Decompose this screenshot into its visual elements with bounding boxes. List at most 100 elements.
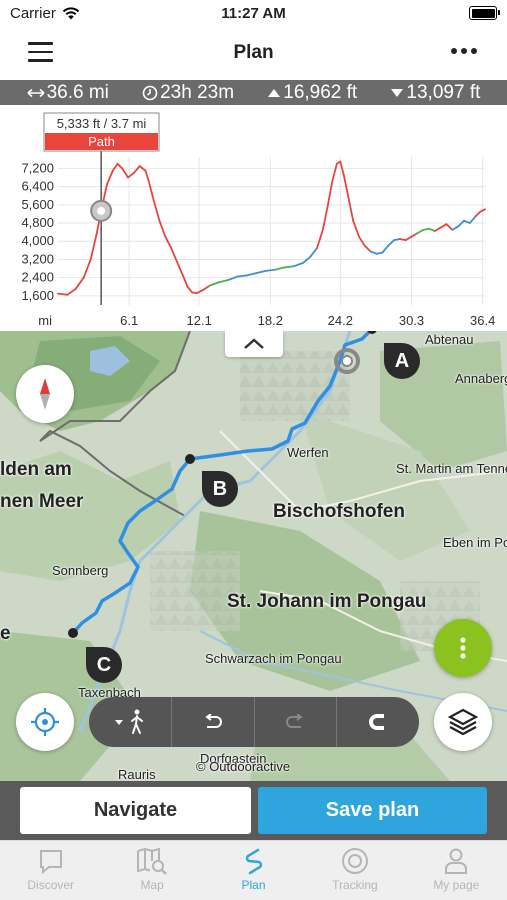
elevation-segment bbox=[111, 162, 119, 172]
undo-button[interactable] bbox=[172, 697, 255, 747]
place-label: St. Johann im Pongau bbox=[227, 591, 427, 612]
elevation-segment bbox=[381, 244, 390, 254]
distance-value: 36.6 mi bbox=[46, 81, 109, 103]
redo-button[interactable] bbox=[255, 697, 338, 747]
elevation-segment bbox=[451, 225, 460, 231]
elevation-segment bbox=[416, 228, 425, 235]
elevation-profile[interactable]: 7,200 6,400 5,600 4,800 4,000 3,200 2,400 1,600… bbox=[0, 105, 507, 331]
y-tick-label: 4,000 bbox=[21, 233, 54, 248]
ascent-value: 16,962 ft bbox=[283, 81, 358, 103]
layers-icon bbox=[448, 708, 478, 736]
tab-label: Plan bbox=[241, 878, 266, 892]
place-label: Schwarzach im Pongau bbox=[205, 651, 342, 666]
magnet-icon bbox=[369, 714, 385, 730]
descent-value: 13,097 ft bbox=[406, 81, 481, 103]
snap-magnet-button[interactable] bbox=[337, 697, 419, 747]
duration-stat: 23h 23m bbox=[142, 82, 234, 104]
elevation-segment bbox=[186, 285, 194, 294]
waypoint-c-pin[interactable]: C bbox=[82, 643, 126, 687]
x-tick-label: 12.1 bbox=[187, 313, 212, 328]
elevation-segment bbox=[428, 227, 436, 232]
record-icon bbox=[341, 848, 368, 874]
y-tick-label: 1,600 bbox=[21, 288, 54, 303]
place-label: St. Martin am Tenne bbox=[396, 461, 507, 476]
elevation-segment bbox=[363, 244, 372, 253]
tab-plan[interactable]: Plan bbox=[203, 841, 304, 900]
map-actions-button[interactable] bbox=[434, 619, 492, 677]
elevation-segment bbox=[331, 162, 338, 183]
place-label: Sonnberg bbox=[52, 563, 109, 578]
x-tick-label: 36.4 bbox=[470, 313, 495, 328]
locate-button[interactable] bbox=[16, 693, 74, 751]
duration-value: 23h 23m bbox=[160, 81, 235, 103]
tab-label: My page bbox=[433, 878, 480, 892]
elevation-segment bbox=[227, 275, 239, 281]
tab-label: Discover bbox=[27, 878, 75, 892]
elevation-segment bbox=[164, 235, 173, 249]
elevation-segment bbox=[410, 232, 419, 238]
elevation-segment bbox=[152, 199, 161, 222]
y-tick-label: 5,600 bbox=[21, 197, 54, 212]
waypoint-b-pin[interactable]: B bbox=[198, 467, 242, 511]
clock: 11:27 AM bbox=[221, 5, 286, 22]
elevation-segment bbox=[445, 223, 454, 231]
elevation-segment bbox=[439, 223, 448, 229]
chat-bubble-icon bbox=[39, 850, 62, 875]
activity-selector[interactable] bbox=[89, 697, 172, 747]
redo-icon bbox=[286, 714, 304, 728]
battery-icon bbox=[469, 6, 500, 20]
ascent-icon bbox=[268, 88, 281, 97]
dropdown-caret-icon bbox=[114, 719, 123, 725]
waypoint-b-label: B bbox=[212, 478, 228, 500]
place-label: Werfen bbox=[287, 445, 329, 460]
more-options-icon[interactable] bbox=[451, 48, 477, 54]
place-label: Annaberg bbox=[455, 371, 507, 386]
tab-discover[interactable]: Discover bbox=[0, 841, 101, 900]
y-tick-label: 2,400 bbox=[21, 270, 54, 285]
map-search-icon bbox=[137, 847, 167, 875]
elevation-segment bbox=[121, 167, 129, 179]
distance-arrows-icon bbox=[27, 88, 45, 97]
marker-tooltip-segment: Path bbox=[88, 134, 115, 149]
y-tick-label: 6,400 bbox=[21, 179, 54, 194]
elevation-segment bbox=[195, 289, 204, 295]
elevation-segment bbox=[148, 181, 155, 202]
tab-tracking[interactable]: Tracking bbox=[304, 841, 405, 900]
elevation-segment bbox=[292, 261, 304, 268]
x-tick-label: 30.3 bbox=[399, 313, 424, 328]
tab-bar: Discover Map Plan Tracking My page bbox=[0, 840, 507, 900]
distance-stat: 36.6 mi bbox=[27, 82, 109, 104]
elevation-segment bbox=[176, 260, 184, 277]
elevation-segment bbox=[246, 272, 258, 277]
elevation-segment bbox=[181, 274, 189, 288]
place-label: e bbox=[0, 623, 11, 644]
position-marker-dot bbox=[97, 206, 106, 215]
y-tick-label: 4,800 bbox=[21, 215, 54, 230]
save-plan-button[interactable]: Save plan bbox=[258, 787, 487, 834]
tab-map[interactable]: Map bbox=[101, 841, 202, 900]
tab-my-page[interactable]: My page bbox=[406, 841, 507, 900]
elevation-segment bbox=[255, 269, 267, 275]
navigate-button[interactable]: Navigate bbox=[20, 787, 251, 834]
place-label: nen Meer bbox=[0, 491, 84, 512]
elevation-segment bbox=[106, 169, 114, 186]
waypoint-a-label: A bbox=[394, 350, 410, 372]
descent-icon bbox=[391, 88, 404, 97]
status-bar: Carrier 11:27 AM bbox=[0, 0, 507, 30]
tab-label: Tracking bbox=[332, 878, 378, 892]
layers-button[interactable] bbox=[434, 693, 492, 751]
planning-toolbar bbox=[89, 697, 419, 747]
place-label: Rauris bbox=[118, 767, 156, 781]
marker-tooltip-value: 5,333 ft / 3.7 mi bbox=[57, 116, 147, 131]
elevation-segment bbox=[433, 226, 442, 232]
elevation-segment bbox=[474, 210, 482, 218]
elevation-chart[interactable]: 7,200 6,400 5,600 4,800 4,000 3,200 2,400 1,600… bbox=[0, 105, 507, 331]
route-stats-bar: 36.6 mi 23h 23m 16,962 ft 13,097 ft bbox=[0, 80, 507, 105]
compass-button[interactable] bbox=[16, 365, 74, 423]
place-label: lden am bbox=[0, 459, 72, 480]
undo-icon bbox=[204, 714, 222, 728]
elevation-segment bbox=[316, 228, 324, 249]
waypoint-a-pin[interactable]: A bbox=[380, 339, 424, 383]
collapse-profile-button[interactable] bbox=[225, 331, 283, 357]
elevation-segment bbox=[208, 281, 220, 287]
